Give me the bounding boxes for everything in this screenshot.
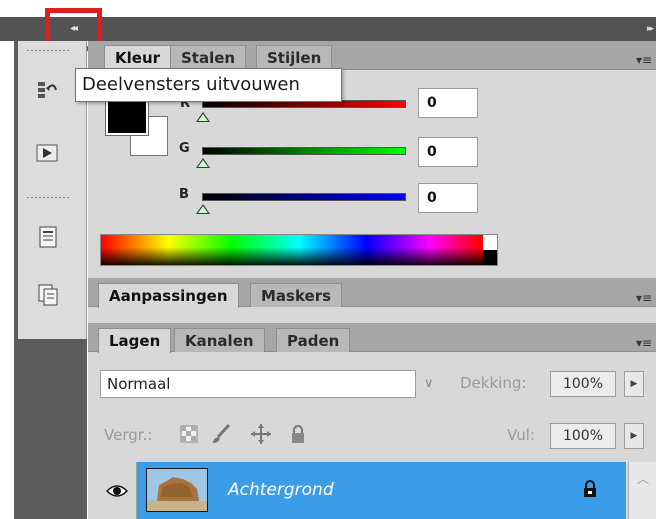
history-icon[interactable] [36, 80, 58, 102]
panel-menu-icon[interactable]: ▾≡ [636, 337, 652, 349]
layer-lock-icon [583, 480, 597, 502]
opacity-input[interactable]: 100% [550, 371, 616, 397]
drag-grip[interactable] [26, 196, 70, 199]
blue-slider[interactable] [202, 193, 406, 201]
layer-thumbnail [146, 468, 208, 512]
black-white-swatch[interactable] [483, 235, 497, 265]
tab-lagen[interactable]: Lagen [98, 328, 172, 353]
panel-menu-icon[interactable]: ▾≡ [636, 292, 652, 304]
lock-all-icon[interactable] [290, 424, 306, 448]
red-slider-thumb[interactable] [196, 112, 210, 122]
info-panel-icon[interactable] [37, 226, 59, 248]
green-slider-thumb[interactable] [196, 158, 210, 168]
fill-input[interactable]: 100% [550, 423, 616, 449]
layer-name[interactable]: Achtergrond [228, 480, 334, 500]
clone-source-icon[interactable] [37, 284, 59, 306]
tooltip: Deelvensters uitvouwen [75, 68, 342, 102]
tab-stalen[interactable]: Stalen [170, 45, 247, 69]
channel-label-b: B [179, 187, 189, 202]
blend-mode-select[interactable]: Normaal [100, 370, 416, 398]
blue-slider-thumb[interactable] [196, 204, 210, 214]
layers-scrollbar[interactable]: ︿ [628, 462, 656, 519]
color-spectrum-ramp[interactable] [100, 234, 498, 266]
panel-menu-icon[interactable]: ▾≡ [636, 54, 652, 66]
tab-aanpassingen[interactable]: Aanpassingen [98, 283, 239, 308]
tab-kleur[interactable]: Kleur [104, 45, 172, 70]
red-value-input[interactable]: 0 [418, 88, 478, 118]
channel-label-g: G [179, 141, 190, 156]
opacity-arrow-button[interactable]: ▶ [624, 371, 644, 397]
photoshop-panels: ◂◂ ▸▸ Kleur Stalen Stijlen ▾≡ Deelvenste… [0, 0, 656, 519]
actions-play-icon[interactable] [36, 142, 58, 164]
visibility-eye-icon[interactable] [98, 462, 137, 519]
expand-panels-icon[interactable]: ▸▸ [638, 20, 654, 38]
lock-label: Vergr.: [104, 426, 153, 444]
green-value-input[interactable]: 0 [418, 137, 478, 167]
lock-pixels-brush-icon[interactable] [210, 423, 232, 449]
opacity-label: Dekking: [460, 374, 527, 392]
tab-kanalen[interactable]: Kanalen [174, 328, 265, 352]
lock-transparency-icon[interactable] [180, 425, 198, 447]
blue-value-input[interactable]: 0 [418, 183, 478, 213]
drag-grip[interactable] [26, 49, 70, 52]
fill-label: Vul: [507, 426, 535, 444]
tab-stijlen[interactable]: Stijlen [256, 45, 333, 69]
chevron-down-icon[interactable]: ∨ [424, 376, 434, 391]
green-slider[interactable] [202, 147, 406, 155]
tab-paden[interactable]: Paden [276, 328, 351, 352]
tab-maskers[interactable]: Maskers [250, 283, 343, 307]
scroll-up-icon[interactable]: ︿ [637, 470, 649, 487]
fill-arrow-button[interactable]: ▶ [624, 423, 644, 449]
lock-position-move-icon[interactable] [250, 423, 272, 449]
